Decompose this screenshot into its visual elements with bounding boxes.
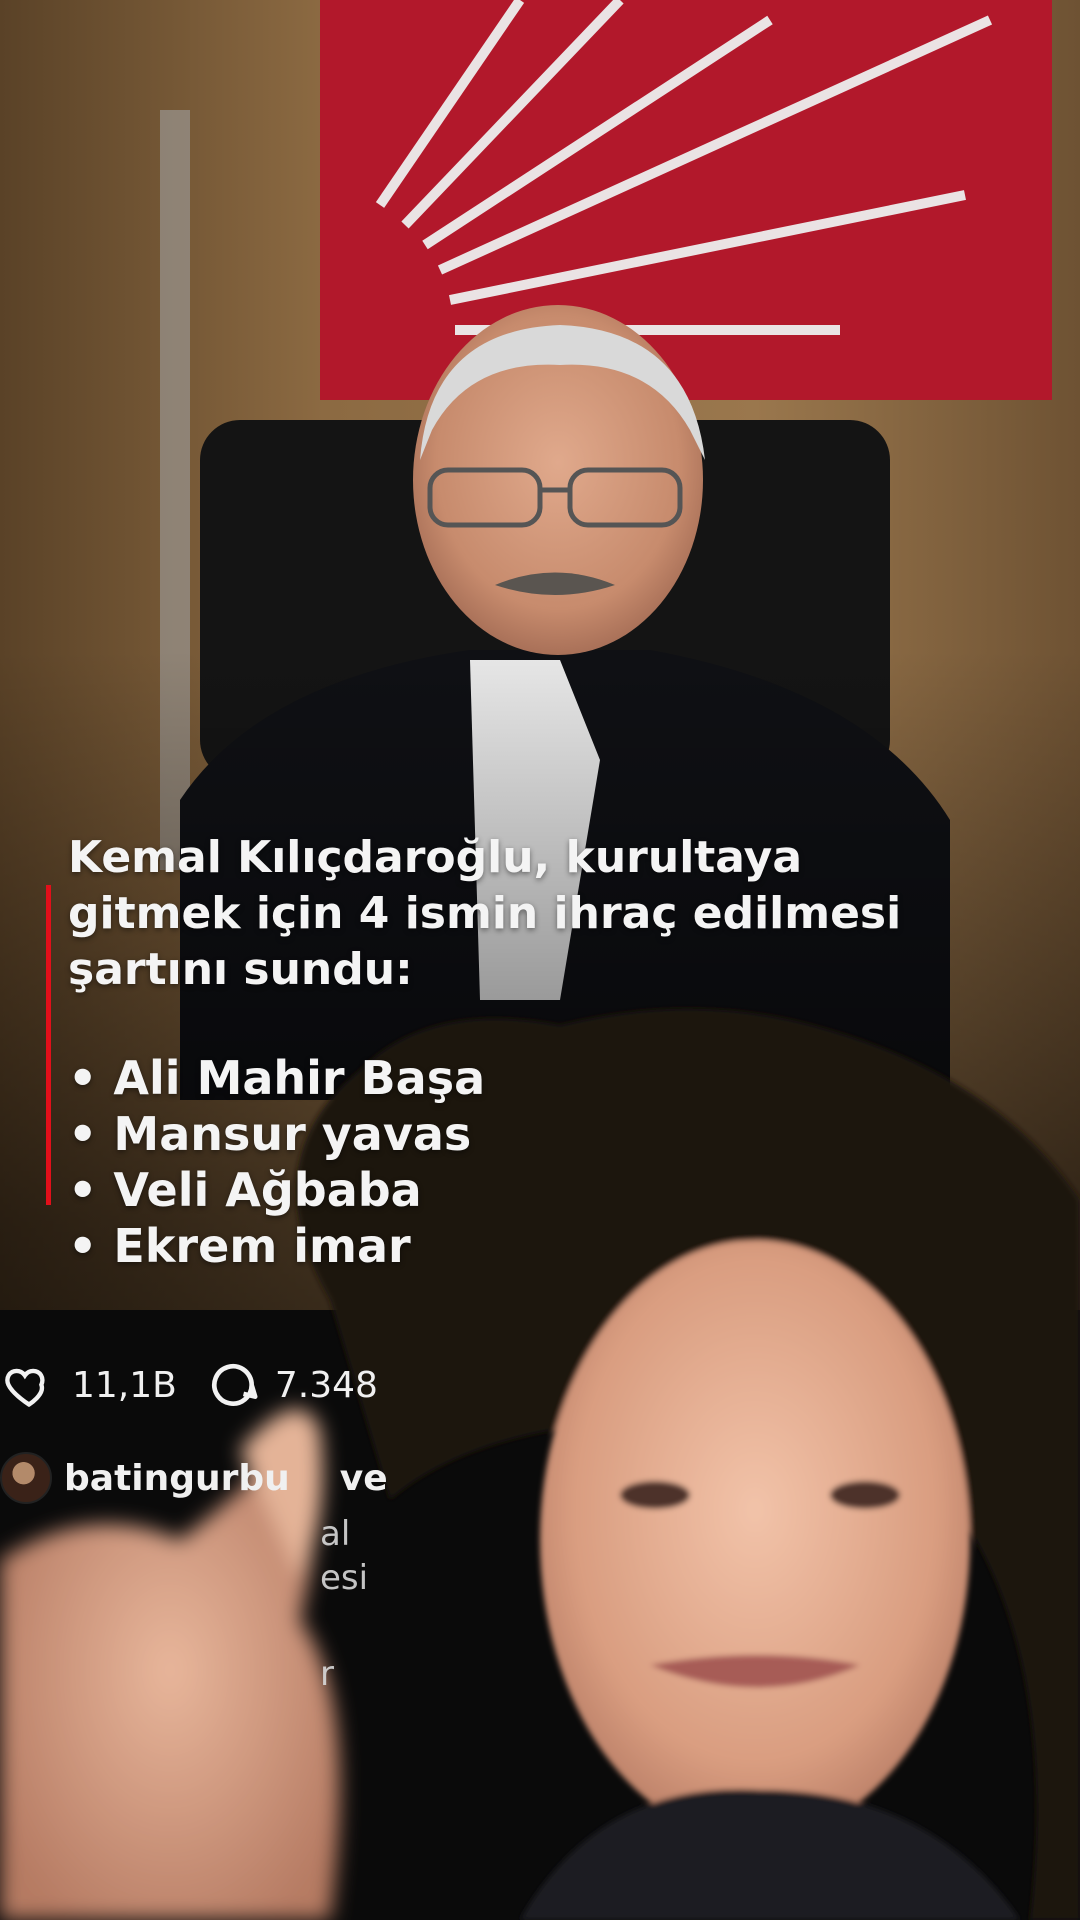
video-frame: Kemal Kılıçdaroğlu, kurultaya gitmek içi… (0, 0, 1080, 1920)
like-count: 11,1B (72, 1364, 177, 1406)
caption-fragment: al (320, 1514, 351, 1554)
headline: Kemal Kılıçdaroğlu, kurultaya gitmek içi… (68, 830, 998, 998)
author-username[interactable]: batingurbu (64, 1458, 290, 1499)
author-row[interactable]: batingurbu ve (0, 1448, 500, 1508)
engagement-stats: 11,1B 7.348 (0, 1355, 500, 1415)
like-stat[interactable]: 11,1B (0, 1359, 177, 1411)
comment-bubble-icon[interactable] (205, 1357, 261, 1413)
avatar[interactable] (0, 1452, 52, 1504)
heart-icon[interactable] (0, 1359, 58, 1411)
bullet-item: • Veli Ağbaba (68, 1163, 422, 1217)
bullet-list: • Ali Mahir Başa • Mansur yavas • Veli A… (68, 1050, 485, 1274)
caption-fragment: esi (320, 1558, 369, 1598)
headline-line: gitmek için 4 ismin ihraç edilmesi (68, 888, 902, 939)
author-suffix: ve (339, 1457, 388, 1499)
bullet-item: • Ali Mahir Başa (68, 1051, 486, 1105)
bullet-item: • Mansur yavas (68, 1107, 472, 1161)
comment-count: 7.348 (274, 1364, 378, 1406)
headline-line: şartını sundu: (68, 944, 413, 995)
comment-stat[interactable]: 7.348 (205, 1357, 378, 1413)
accent-bar (46, 885, 51, 1205)
caption-fragments: al esi r (320, 1512, 368, 1696)
bullet-item: • Ekrem imar (68, 1219, 411, 1273)
caption-fragment: r (320, 1654, 334, 1694)
headline-line: Kemal Kılıçdaroğlu, kurultaya (68, 832, 803, 883)
